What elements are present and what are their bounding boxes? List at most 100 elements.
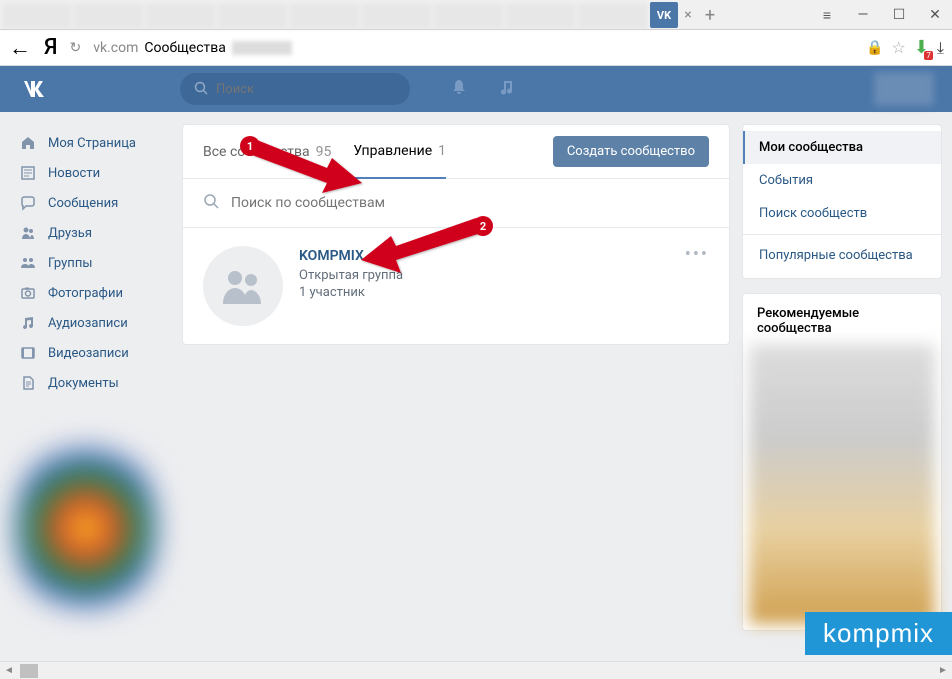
create-community-button[interactable]: Создать сообщество [553, 136, 709, 167]
sidebar-item-my-page[interactable]: Моя Страница [10, 128, 170, 158]
sidebar-item-label: Документы [48, 376, 119, 391]
sidebar-item-docs[interactable]: Документы [10, 368, 170, 398]
download-arrow-icon[interactable]: ⤓ [937, 38, 944, 58]
tab-blurred[interactable] [362, 3, 432, 29]
bookmark-icon[interactable]: ☆ [891, 38, 905, 57]
new-tab-button[interactable]: + [700, 5, 720, 25]
friends-icon [18, 223, 38, 243]
sidebar-item-audio[interactable]: Аудиозаписи [10, 308, 170, 338]
recommended-block: Рекомендуемые сообщества [742, 293, 942, 631]
scroll-left-arrow[interactable]: ◄ [0, 663, 18, 679]
right-menu: Мои сообщества События Поиск сообществ П… [742, 124, 942, 279]
reload-button[interactable]: ↻ [70, 40, 82, 56]
tab-blurred[interactable] [146, 3, 216, 29]
search-icon [194, 80, 208, 99]
group-list-item[interactable]: KOMPMIX Открытая группа 1 участник ••• [183, 228, 729, 344]
tab-blurred[interactable] [2, 3, 72, 29]
music-icon[interactable] [498, 78, 516, 101]
url-page: Сообщества [144, 40, 225, 56]
notifications-icon[interactable] [450, 78, 468, 101]
docs-icon [18, 373, 38, 393]
tab-blurred[interactable] [578, 3, 648, 29]
url-domain: vk.com [93, 40, 138, 56]
sidebar-item-label: Сообщения [48, 196, 118, 211]
recommended-title: Рекомендуемые сообщества [743, 294, 941, 344]
sidebar-item-label: Новости [48, 166, 100, 181]
sidebar-item-messages[interactable]: Сообщения [10, 188, 170, 218]
messages-icon [18, 193, 38, 213]
sidebar-item-label: Фотографии [48, 286, 123, 301]
recommended-list-blurred [749, 344, 935, 624]
profile-menu[interactable] [874, 72, 934, 106]
tab-count: 95 [316, 144, 332, 160]
sidebar-item-label: Аудиозаписи [48, 316, 128, 331]
download-badge: 7 [924, 51, 933, 60]
menu-icon[interactable]: ≡ [816, 4, 838, 26]
sidebar-item-label: Видеозаписи [48, 346, 129, 361]
search-box[interactable] [180, 73, 410, 105]
browser-window: VK × + ≡ — ☐ ✕ ← Я ↻ vk.com Сообщества 🔒… [0, 0, 952, 66]
tab-blurred[interactable] [290, 3, 360, 29]
tab-blurred[interactable] [74, 3, 144, 29]
sidebar-item-friends[interactable]: Друзья [10, 218, 170, 248]
sidebar-ad-blurred [16, 428, 156, 628]
left-sidebar: Моя Страница Новости Сообщения Друзья Гр… [10, 124, 170, 628]
camera-icon [18, 283, 38, 303]
vk-logo[interactable] [22, 75, 50, 103]
divider [743, 234, 941, 235]
home-icon [18, 133, 38, 153]
tab-manage[interactable]: Управление 1 [353, 125, 446, 179]
sidebar-item-label: Группы [48, 256, 92, 271]
tab-count: 1 [438, 143, 446, 159]
group-actions-menu[interactable]: ••• [685, 244, 709, 265]
tab-label: Управление [353, 143, 432, 159]
sidebar-item-video[interactable]: Видеозаписи [10, 338, 170, 368]
tab-blurred[interactable] [506, 3, 576, 29]
watermark: kompmix [805, 612, 952, 655]
group-type: Открытая группа [299, 268, 403, 283]
vk-topbar [0, 66, 952, 112]
yandex-logo[interactable]: Я [44, 35, 58, 60]
tab-label: Все сообщества [203, 144, 310, 160]
rmenu-popular[interactable]: Популярные сообщества [743, 239, 941, 272]
sidebar-item-photos[interactable]: Фотографии [10, 278, 170, 308]
sidebar-item-label: Моя Страница [48, 136, 136, 151]
news-icon [18, 163, 38, 183]
url-bar: ← Я ↻ vk.com Сообщества 🔒 ☆ ⬇7 ⤓ [0, 30, 952, 66]
group-info: KOMPMIX Открытая группа 1 участник [299, 246, 403, 326]
maximize-button[interactable]: ☐ [888, 4, 910, 26]
tab-all-communities[interactable]: Все сообщества 95 [203, 126, 331, 178]
scroll-right-arrow[interactable]: ► [934, 663, 952, 679]
group-name-link[interactable]: KOMPMIX [299, 248, 403, 264]
scroll-thumb[interactable] [20, 664, 38, 678]
download-icon[interactable]: ⬇7 [914, 37, 929, 58]
topbar-search-input[interactable] [216, 82, 396, 97]
minimize-button[interactable]: — [852, 4, 874, 26]
group-members: 1 участник [299, 285, 403, 300]
group-avatar-placeholder [203, 246, 283, 326]
communities-search-row [183, 179, 729, 228]
horizontal-scrollbar[interactable]: ◄ ► [0, 661, 952, 679]
close-window-button[interactable]: ✕ [924, 4, 946, 26]
active-tab-vk[interactable]: VK [650, 2, 678, 28]
sidebar-item-groups[interactable]: Группы [10, 248, 170, 278]
search-icon [203, 193, 219, 213]
url-blurred [232, 41, 292, 55]
audio-icon [18, 313, 38, 333]
back-button[interactable]: ← [8, 35, 32, 61]
rmenu-search[interactable]: Поиск сообществ [743, 197, 941, 230]
communities-search-input[interactable] [231, 195, 709, 211]
groups-icon [18, 253, 38, 273]
lock-icon[interactable]: 🔒 [866, 40, 883, 56]
communities-card: Все сообщества 95 Управление 1 Создать с… [182, 124, 730, 345]
close-tab-button[interactable]: × [680, 7, 696, 23]
sidebar-item-news[interactable]: Новости [10, 158, 170, 188]
sidebar-item-label: Друзья [48, 226, 92, 241]
rmenu-my-communities[interactable]: Мои сообщества [743, 131, 941, 164]
rmenu-events[interactable]: События [743, 164, 941, 197]
url-field[interactable]: vk.com Сообщества [93, 40, 854, 56]
tab-blurred[interactable] [218, 3, 288, 29]
tab-blurred[interactable] [434, 3, 504, 29]
tab-strip: VK × + ≡ — ☐ ✕ [0, 0, 952, 30]
video-icon [18, 343, 38, 363]
